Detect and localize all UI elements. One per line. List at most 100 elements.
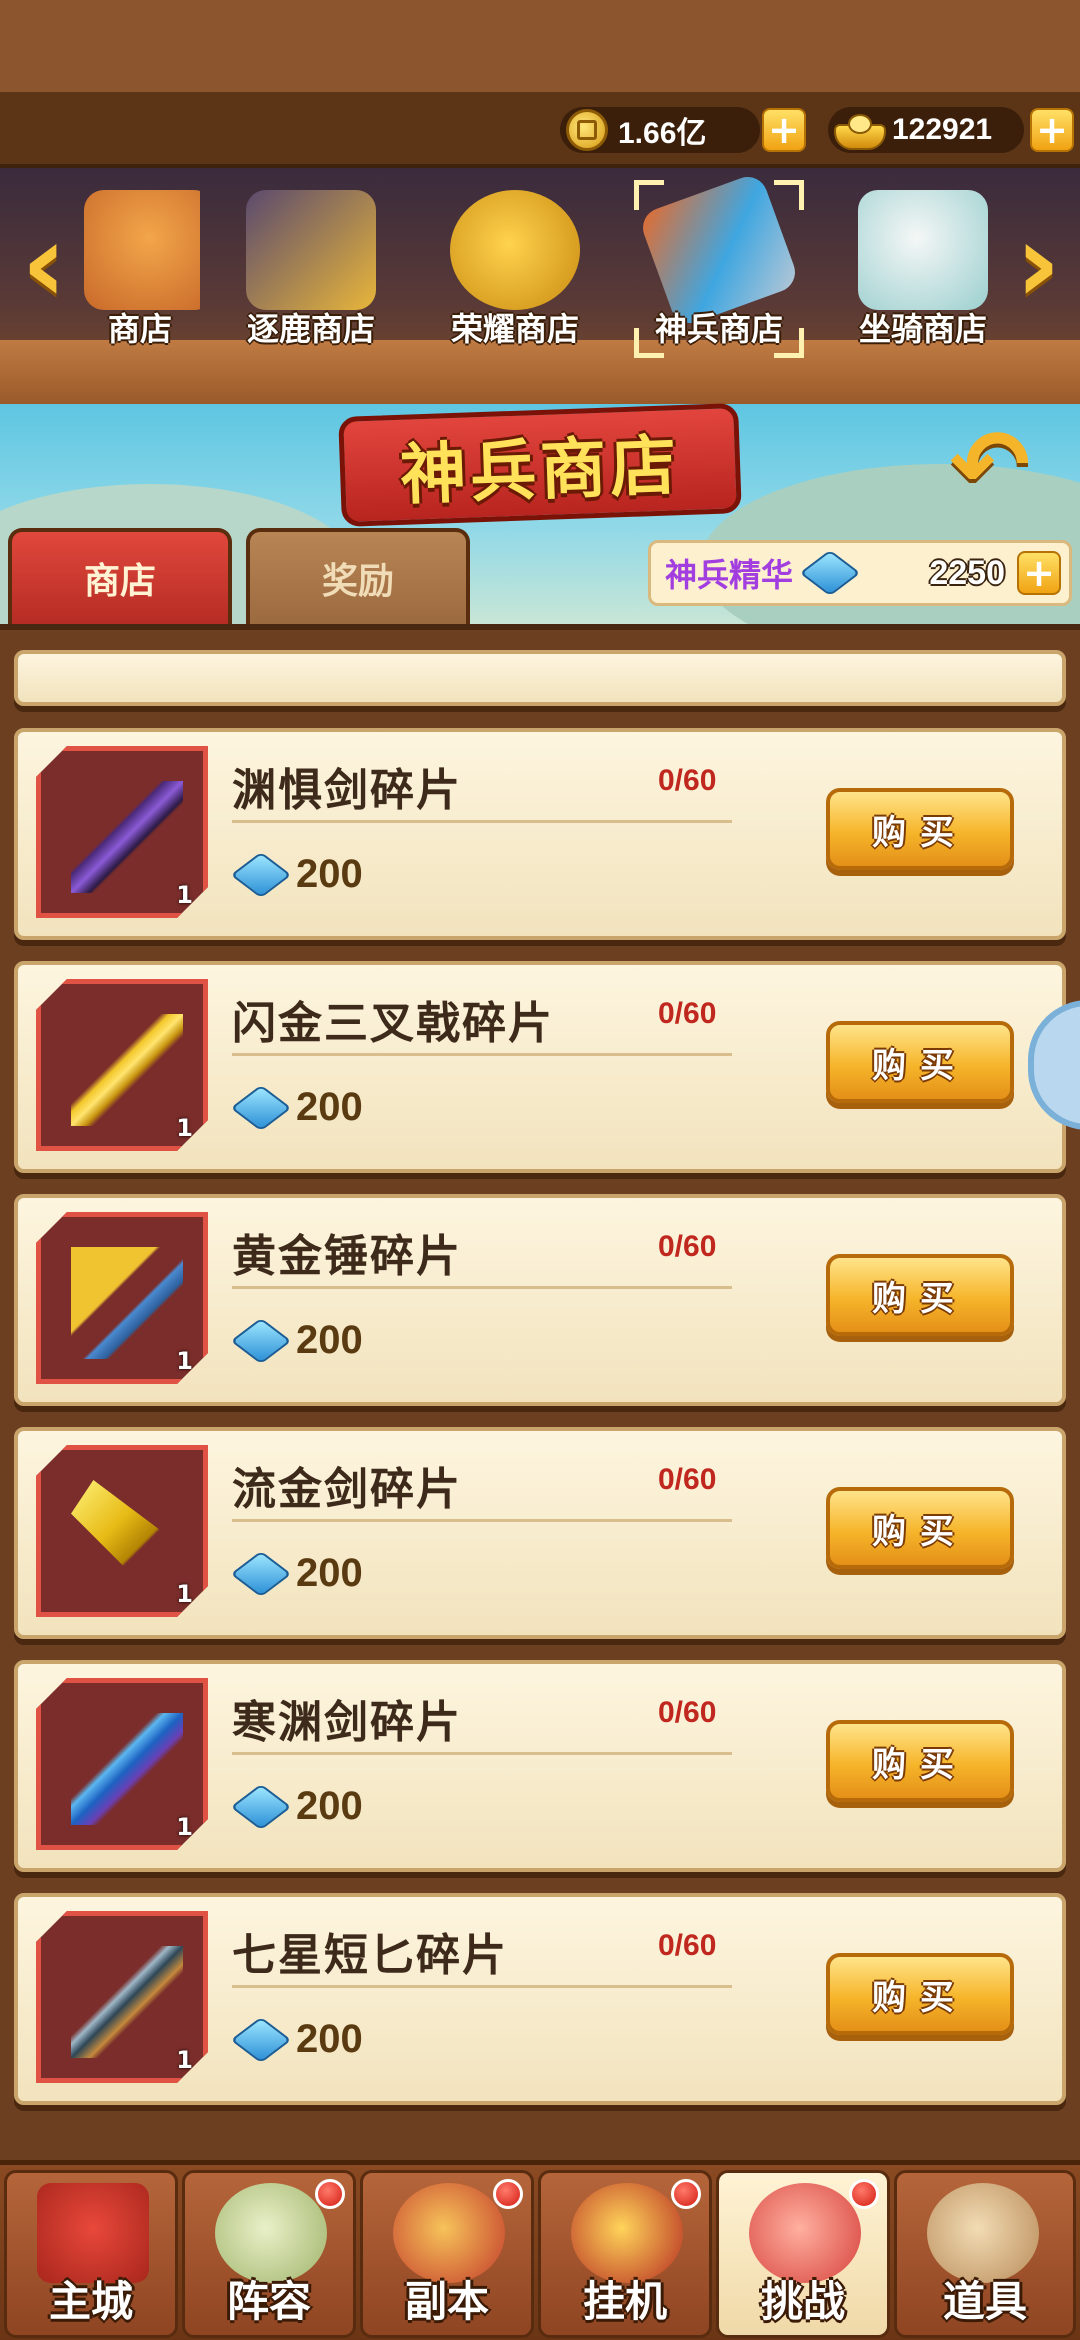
buy-button[interactable]: 购买: [826, 1953, 1014, 2035]
divider: [232, 1985, 732, 1988]
list-item: 1 渊惧剑碎片 0/60 200 购买: [14, 728, 1066, 940]
essence-gem-icon: [230, 1317, 292, 1364]
divider: [232, 1286, 732, 1289]
buy-button[interactable]: 购买: [826, 1487, 1014, 1569]
item-frame: 1: [36, 746, 208, 918]
nav-formation[interactable]: 阵容: [182, 2170, 356, 2338]
purchase-limit: 0/60: [658, 764, 717, 797]
nav-idle[interactable]: 挂机: [538, 2170, 712, 2338]
item-frame: 1: [36, 979, 208, 1151]
coin-display: 1.66亿: [560, 106, 760, 154]
page-title: 神兵商店: [398, 427, 682, 514]
category-label: 商店: [107, 310, 172, 348]
ice-sword-icon: [71, 1713, 183, 1825]
essence-gem-icon: [230, 1084, 292, 1131]
buy-button[interactable]: 购买: [826, 1254, 1014, 1336]
purchase-limit: 0/60: [658, 1696, 717, 1729]
back-arrow-icon[interactable]: ↶: [934, 417, 1046, 513]
nav-challenge[interactable]: 挑战: [716, 2170, 890, 2338]
buy-button[interactable]: 购买: [826, 1021, 1014, 1103]
list-item: 1 寒渊剑碎片 0/60 200 购买: [14, 1660, 1066, 1872]
purchase-limit: 0/60: [658, 997, 717, 1030]
item-frame: 1: [36, 1678, 208, 1850]
item-name: 七星短匕碎片: [232, 1930, 508, 1981]
item-name: 寒渊剑碎片: [232, 1697, 462, 1748]
coin-icon: [566, 109, 608, 151]
item-count: 1: [176, 1813, 193, 1841]
item-frame: 1: [36, 1212, 208, 1384]
nav-main-city[interactable]: 主城: [4, 2170, 178, 2338]
price-value: 200: [296, 852, 363, 896]
item-price: 200: [230, 2016, 363, 2063]
essence-display: 神兵精华 2250 +: [648, 540, 1072, 606]
purchase-limit: 0/60: [658, 1929, 717, 1962]
essence-gem-icon: [230, 1550, 292, 1597]
essence-gem-icon: [230, 2016, 292, 2063]
item-count: 1: [176, 881, 193, 909]
item-count: 1: [176, 2046, 193, 2074]
item-price: 200: [230, 851, 363, 898]
price-value: 200: [296, 1085, 363, 1129]
essence-label: 神兵精华: [665, 556, 794, 594]
nav-dungeon[interactable]: 副本: [360, 2170, 534, 2338]
item-name: 闪金三叉戟碎片: [232, 998, 554, 1049]
ingot-icon: [834, 112, 886, 150]
essence-amount: 2250: [929, 553, 1005, 592]
item-name: 流金剑碎片: [232, 1464, 462, 1515]
nav-label: 阵容: [226, 2277, 311, 2326]
divider: [232, 1752, 732, 1755]
category-label: 神兵商店: [654, 310, 783, 348]
essence-gem-icon: [230, 851, 292, 898]
item-price: 200: [230, 1084, 363, 1131]
ingot-amount: 122921: [892, 113, 993, 146]
add-essence-button[interactable]: +: [1017, 551, 1061, 595]
selection-corner: [634, 180, 664, 210]
golden-blade-icon: [71, 1480, 183, 1592]
corgi-icon: [84, 190, 200, 310]
add-ingots-button[interactable]: +: [1030, 108, 1074, 152]
category-label: 坐骑商店: [858, 310, 987, 348]
honor-medal-icon: [450, 190, 580, 310]
nav-label: 挑战: [760, 2277, 845, 2326]
tab-shop[interactable]: 商店: [8, 528, 232, 624]
category-shop[interactable]: 商店: [80, 180, 200, 350]
next-category-arrow-icon[interactable]: ›: [1004, 208, 1072, 318]
notification-dot: [315, 2179, 345, 2209]
notification-dot: [493, 2179, 523, 2209]
golden-hammer-icon: [71, 1247, 183, 1359]
tab-rewards[interactable]: 奖励: [246, 528, 470, 624]
page-title-ribbon: 神兵商店: [338, 403, 742, 527]
list-item: 1 流金剑碎片 0/60 200 购买: [14, 1427, 1066, 1639]
list-item: 1 七星短匕碎片 0/60 200 购买: [14, 1893, 1066, 2105]
purchase-limit: 0/60: [658, 1463, 717, 1496]
essence-gem-icon: [230, 1783, 292, 1830]
category-zhulu-shop[interactable]: 逐鹿商店: [226, 180, 396, 350]
divider: [232, 1053, 732, 1056]
essence-gem-icon: [799, 549, 861, 597]
category-divine-weapon-shop[interactable]: 神兵商店: [634, 171, 804, 358]
price-value: 200: [296, 1318, 363, 1362]
price-value: 200: [296, 1784, 363, 1828]
nav-items[interactable]: 道具: [894, 2170, 1076, 2338]
divider: [232, 820, 732, 823]
buy-button[interactable]: 购买: [826, 1720, 1014, 1802]
nav-label: 挂机: [582, 2277, 667, 2326]
category-mount-shop[interactable]: 坐骑商店: [838, 180, 988, 350]
mount-deer-icon: [858, 190, 988, 310]
buy-button[interactable]: 购买: [826, 788, 1014, 870]
item-count: 1: [176, 1347, 193, 1375]
nav-label: 副本: [404, 2277, 489, 2326]
list-item-partial: [14, 650, 1066, 706]
nav-label: 道具: [942, 2277, 1027, 2326]
notification-dot: [849, 2179, 879, 2209]
item-name: 黄金锤碎片: [232, 1231, 462, 1282]
dagger-icon: [71, 1946, 183, 2058]
golden-trident-icon: [71, 1014, 183, 1126]
item-frame: 1: [36, 1445, 208, 1617]
prev-category-arrow-icon[interactable]: ‹: [10, 208, 78, 318]
item-name: 渊惧剑碎片: [232, 765, 462, 816]
category-honor-shop[interactable]: 荣耀商店: [430, 180, 600, 350]
price-value: 200: [296, 1551, 363, 1595]
add-coins-button[interactable]: +: [762, 108, 806, 152]
list-item: 1 黄金锤碎片 0/60 200 购买: [14, 1194, 1066, 1406]
